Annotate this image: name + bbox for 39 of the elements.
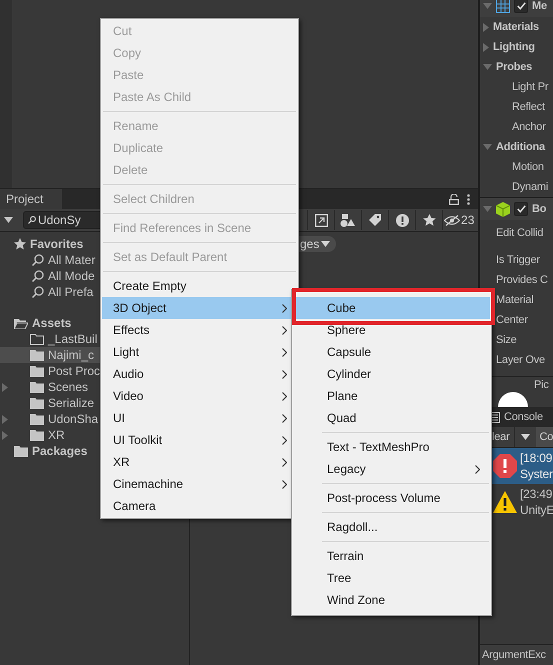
field-label: Center (496, 314, 528, 326)
menu-item[interactable]: Create Empty (102, 275, 297, 297)
field-label: Motion (512, 161, 544, 173)
field-label: Is Trigger (496, 254, 540, 266)
menu-item[interactable]: Cylinder (293, 363, 490, 385)
field-label: Size (496, 334, 517, 346)
panel-tab[interactable]: Project (0, 189, 62, 209)
field-label: Dynami (512, 181, 548, 193)
log-time: [23:49 (520, 486, 553, 502)
collapse-button[interactable]: Co (536, 427, 553, 447)
menu-item[interactable]: Cube (293, 297, 490, 319)
menu-item[interactable]: Tree (293, 567, 490, 589)
section-label: Materials (493, 21, 539, 33)
breadcrumb-dropdown[interactable]: ges (298, 236, 336, 252)
component-title: Me (532, 0, 547, 12)
field-label: Material (496, 294, 534, 306)
menu-item[interactable]: Quad (293, 407, 490, 429)
field-label: Layer Ove (496, 354, 545, 366)
status-text: ArgumentExc (480, 644, 553, 665)
menu-item[interactable]: Terrain (293, 545, 490, 567)
menu-item[interactable]: Post-process Volume (293, 487, 490, 509)
component-title: Bo (532, 203, 546, 215)
section-label: Lighting (493, 41, 535, 53)
hidden-count-toggle[interactable]: 23 (442, 210, 475, 230)
log-message: Syster (520, 466, 553, 482)
menu-item[interactable]: Ragdoll... (293, 516, 490, 538)
menu-item[interactable]: Wind Zone (293, 589, 490, 611)
menu-item[interactable]: Capsule (293, 341, 490, 363)
field-label: Provides C (496, 274, 548, 286)
log-time: [18:09 (520, 450, 553, 466)
section-label: Probes (496, 61, 532, 73)
menu-item[interactable]: Plane (293, 385, 490, 407)
field-label: Light Pr (512, 81, 548, 93)
section-label: Additiona (496, 141, 545, 153)
field-label: Edit Collid (496, 227, 544, 239)
field-label: Reflect (512, 101, 545, 113)
field-label: Anchor (512, 121, 546, 133)
search-text: UdonSy (38, 213, 81, 227)
preview-label: Pic (534, 379, 549, 391)
